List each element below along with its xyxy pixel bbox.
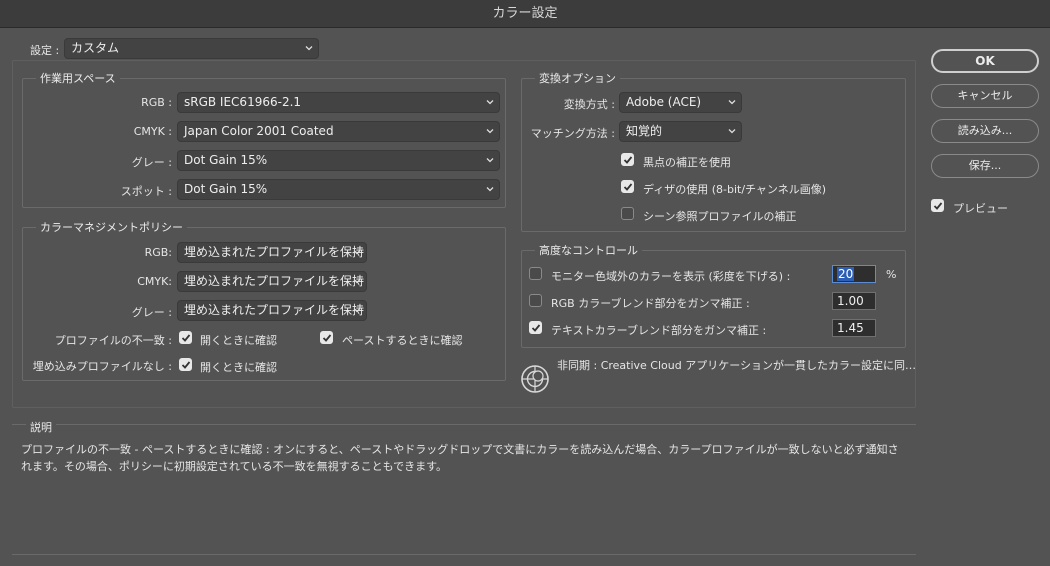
intent-select[interactable]: 知覚的 xyxy=(619,121,742,142)
cancel-button[interactable]: キャンセル xyxy=(931,84,1039,108)
checkmark-icon xyxy=(623,156,633,164)
policy-gray-label: グレー : xyxy=(131,306,172,319)
desaturate-checkbox[interactable] xyxy=(529,267,542,280)
intent-value: 知覚的 xyxy=(626,124,663,138)
chevron-down-icon xyxy=(486,98,494,106)
ws-rgb-label: RGB : xyxy=(141,96,172,109)
policy-rgb-label: RGB: xyxy=(144,246,172,259)
engine-select[interactable]: Adobe (ACE) xyxy=(619,92,742,113)
ws-spot-value: Dot Gain 15% xyxy=(184,182,268,196)
chevron-down-icon xyxy=(486,156,494,164)
chevron-down-icon xyxy=(486,127,494,135)
chevron-down-icon xyxy=(353,306,361,314)
blend-text-checkbox[interactable] xyxy=(529,321,542,334)
blend-rgb-value: 1.00 xyxy=(837,294,864,308)
blend-rgb-label: RGB カラーブレンド部分をガンマ補正 : xyxy=(551,297,750,310)
settings-select[interactable]: カスタム xyxy=(64,38,319,59)
dither-checkbox[interactable] xyxy=(621,180,634,193)
missing-profile-label: 埋め込みプロファイルなし : xyxy=(32,360,172,373)
policy-cmyk-value: 埋め込まれたプロファイルを保持 xyxy=(184,274,365,288)
policy-cmyk-select[interactable]: 埋め込まれたプロファイルを保持 xyxy=(177,271,367,292)
blend-text-value: 1.45 xyxy=(837,321,864,335)
engine-value: Adobe (ACE) xyxy=(626,95,702,109)
mismatch-paste-checkbox[interactable] xyxy=(320,331,333,344)
missing-open-label: 開くときに確認 xyxy=(200,361,277,374)
mismatch-paste-label: ペーストするときに確認 xyxy=(342,334,463,347)
blend-rgb-field[interactable]: 1.00 xyxy=(832,292,876,310)
chevron-down-icon xyxy=(728,98,736,106)
load-button[interactable]: 読み込み... xyxy=(931,119,1039,143)
settings-label: 設定 : xyxy=(30,44,60,57)
window-title: カラー設定 xyxy=(492,6,558,21)
scene-checkbox[interactable] xyxy=(621,207,634,220)
chevron-down-icon xyxy=(353,248,361,256)
ws-rgb-value: sRGB IEC61966-2.1 xyxy=(184,95,302,109)
ws-rgb-select[interactable]: sRGB IEC61966-2.1 xyxy=(177,92,500,113)
checkmark-icon xyxy=(181,334,191,342)
desaturate-unit: % xyxy=(886,268,897,281)
ws-spot-label: スポット : xyxy=(120,185,172,198)
desaturate-label: モニター色域外のカラーを表示 (彩度を下げる) : xyxy=(551,270,791,283)
mismatch-open-label: 開くときに確認 xyxy=(200,334,277,347)
bpc-checkbox[interactable] xyxy=(621,153,634,166)
working-spaces-title: 作業用スペース xyxy=(36,70,120,86)
ws-gray-value: Dot Gain 15% xyxy=(184,153,268,167)
checkmark-icon xyxy=(623,183,633,191)
intent-label: マッチング方法 : xyxy=(530,127,615,140)
ws-cmyk-value: Japan Color 2001 Coated xyxy=(184,124,334,138)
policy-gray-value: 埋め込まれたプロファイルを保持 xyxy=(184,303,365,317)
preview-label: プレビュー xyxy=(953,202,1008,215)
policy-cmyk-label: CMYK: xyxy=(137,275,172,288)
mismatch-open-checkbox[interactable] xyxy=(179,331,192,344)
bpc-label: 黒点の補正を使用 xyxy=(643,156,731,169)
chevron-down-icon xyxy=(353,277,361,285)
missing-open-checkbox[interactable] xyxy=(179,358,192,371)
blend-text-label: テキストカラーブレンド部分をガンマ補正 : xyxy=(551,324,767,337)
checkmark-icon xyxy=(531,324,541,332)
mismatch-label: プロファイルの不一致 : xyxy=(54,334,172,347)
policies-title: カラーマネジメントポリシー xyxy=(36,219,187,235)
checkmark-icon xyxy=(181,361,191,369)
checkmark-icon xyxy=(933,202,943,210)
ok-button[interactable]: OK xyxy=(931,49,1039,73)
sync-status-text: 非同期 : Creative Cloud アプリケーションが一貫したカラー設定に… xyxy=(557,359,917,372)
ws-gray-label: グレー : xyxy=(131,156,172,169)
desaturate-value: 20 xyxy=(837,267,855,281)
save-button[interactable]: 保存... xyxy=(931,154,1039,178)
policy-rgb-value: 埋め込まれたプロファイルを保持 xyxy=(184,245,365,259)
ws-cmyk-select[interactable]: Japan Color 2001 Coated xyxy=(177,121,500,142)
conversion-title: 変換オプション xyxy=(535,70,620,86)
checkmark-icon xyxy=(322,334,332,342)
scene-label: シーン参照プロファイルの補正 xyxy=(643,210,797,223)
settings-value: カスタム xyxy=(71,41,120,55)
sync-status-icon xyxy=(520,364,550,394)
policy-rgb-select[interactable]: 埋め込まれたプロファイルを保持 xyxy=(177,242,367,263)
chevron-down-icon xyxy=(728,127,736,135)
ws-gray-select[interactable]: Dot Gain 15% xyxy=(177,150,500,171)
ws-cmyk-label: CMYK : xyxy=(133,125,172,138)
chevron-down-icon xyxy=(305,44,313,52)
chevron-down-icon xyxy=(486,185,494,193)
dither-label: ディザの使用 (8-bit/チャンネル画像) xyxy=(643,183,827,196)
advanced-title: 高度なコントロール xyxy=(535,242,642,258)
ws-spot-select[interactable]: Dot Gain 15% xyxy=(177,179,500,200)
engine-label: 変換方式 : xyxy=(563,98,615,111)
policy-gray-select[interactable]: 埋め込まれたプロファイルを保持 xyxy=(177,300,367,321)
window-titlebar: カラー設定 xyxy=(0,0,1050,28)
blend-text-field[interactable]: 1.45 xyxy=(832,319,876,337)
description-title: 説明 xyxy=(26,419,56,435)
desaturate-field[interactable]: 20 xyxy=(832,265,876,283)
preview-checkbox[interactable] xyxy=(931,199,944,212)
blend-rgb-checkbox[interactable] xyxy=(529,294,542,307)
description-text: プロファイルの不一致 - ペーストするときに確認 : オンにすると、ペーストやド… xyxy=(21,443,899,473)
